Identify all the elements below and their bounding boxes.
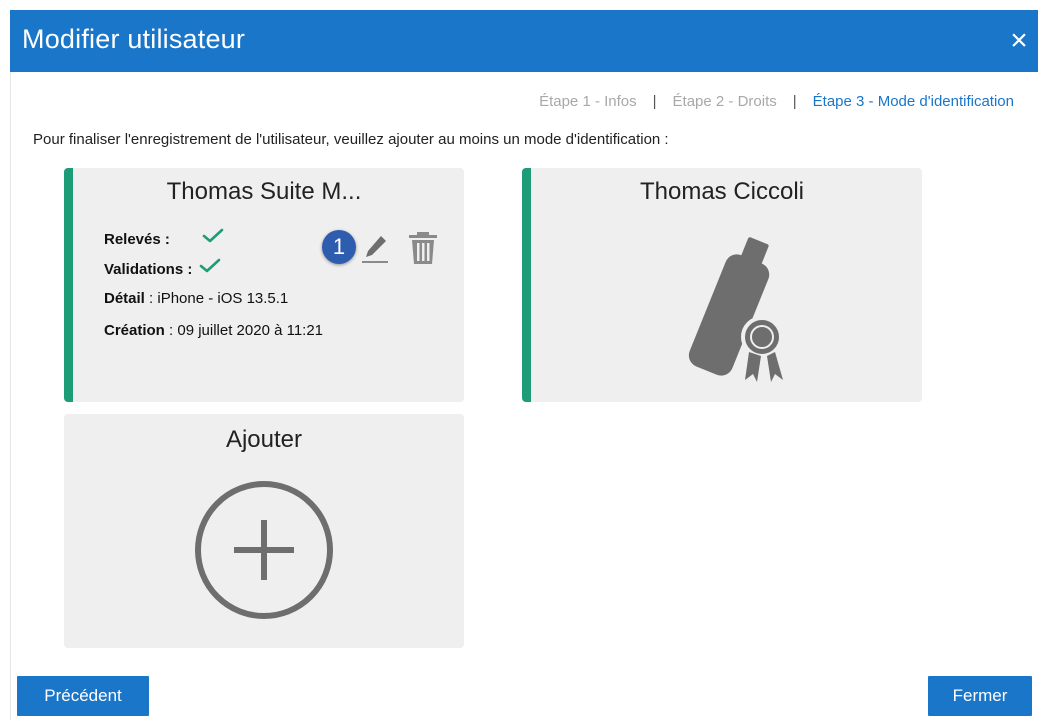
close-button[interactable]: Fermer xyxy=(928,676,1032,716)
step-separator: | xyxy=(652,92,657,110)
plus-circle-icon[interactable] xyxy=(192,478,336,622)
card-title: Thomas Suite M... xyxy=(166,178,362,205)
creation-row: Création : 09 juillet 2020 à 11:21 xyxy=(104,322,323,339)
step-1-infos[interactable]: Étape 1 - Infos xyxy=(539,93,637,110)
releves-row: Relevés : xyxy=(104,227,224,250)
previous-button[interactable]: Précédent xyxy=(17,676,149,716)
detail-value: : iPhone - iOS 13.5.1 xyxy=(144,290,289,307)
add-identification-card[interactable]: Ajouter xyxy=(64,414,464,648)
pencil-icon[interactable] xyxy=(360,232,392,266)
dialog-header: Modifier utilisateur × xyxy=(10,10,1038,72)
card-title: Ajouter xyxy=(225,426,303,453)
step-separator: | xyxy=(792,92,797,110)
step-number-badge: 1 xyxy=(322,230,356,264)
usb-certificate-icon xyxy=(667,232,797,392)
intro-text: Pour finaliser l'enregistrement de l'uti… xyxy=(33,131,669,148)
releves-label: Relevés : xyxy=(104,231,170,248)
dialog-title: Modifier utilisateur xyxy=(22,24,246,54)
creation-value: : 09 juillet 2020 à 11:21 xyxy=(164,322,324,339)
card-title: Thomas Ciccoli xyxy=(639,178,805,205)
wizard-steps: Étape 1 - Infos | Étape 2 - Droits | Éta… xyxy=(539,90,1014,112)
close-icon[interactable]: × xyxy=(1004,24,1034,58)
creation-label: Création xyxy=(104,322,165,339)
identification-card-phone[interactable]: Thomas Suite M... Relevés : Validations … xyxy=(64,168,464,402)
checkmark-icon xyxy=(199,257,221,280)
trash-icon[interactable] xyxy=(406,230,440,266)
identification-card-certificate[interactable]: Thomas Ciccoli xyxy=(522,168,922,402)
detail-row: Détail : iPhone - iOS 13.5.1 xyxy=(104,290,288,307)
step-3-identification[interactable]: Étape 3 - Mode d'identification xyxy=(813,93,1014,110)
detail-label: Détail xyxy=(104,290,145,307)
validations-label: Validations : xyxy=(104,261,193,278)
window-top-margin xyxy=(0,0,1038,10)
step-2-droits[interactable]: Étape 2 - Droits xyxy=(673,93,777,110)
validations-row: Validations : xyxy=(104,257,221,280)
dialog-left-border xyxy=(10,72,11,720)
checkmark-icon xyxy=(202,227,224,250)
